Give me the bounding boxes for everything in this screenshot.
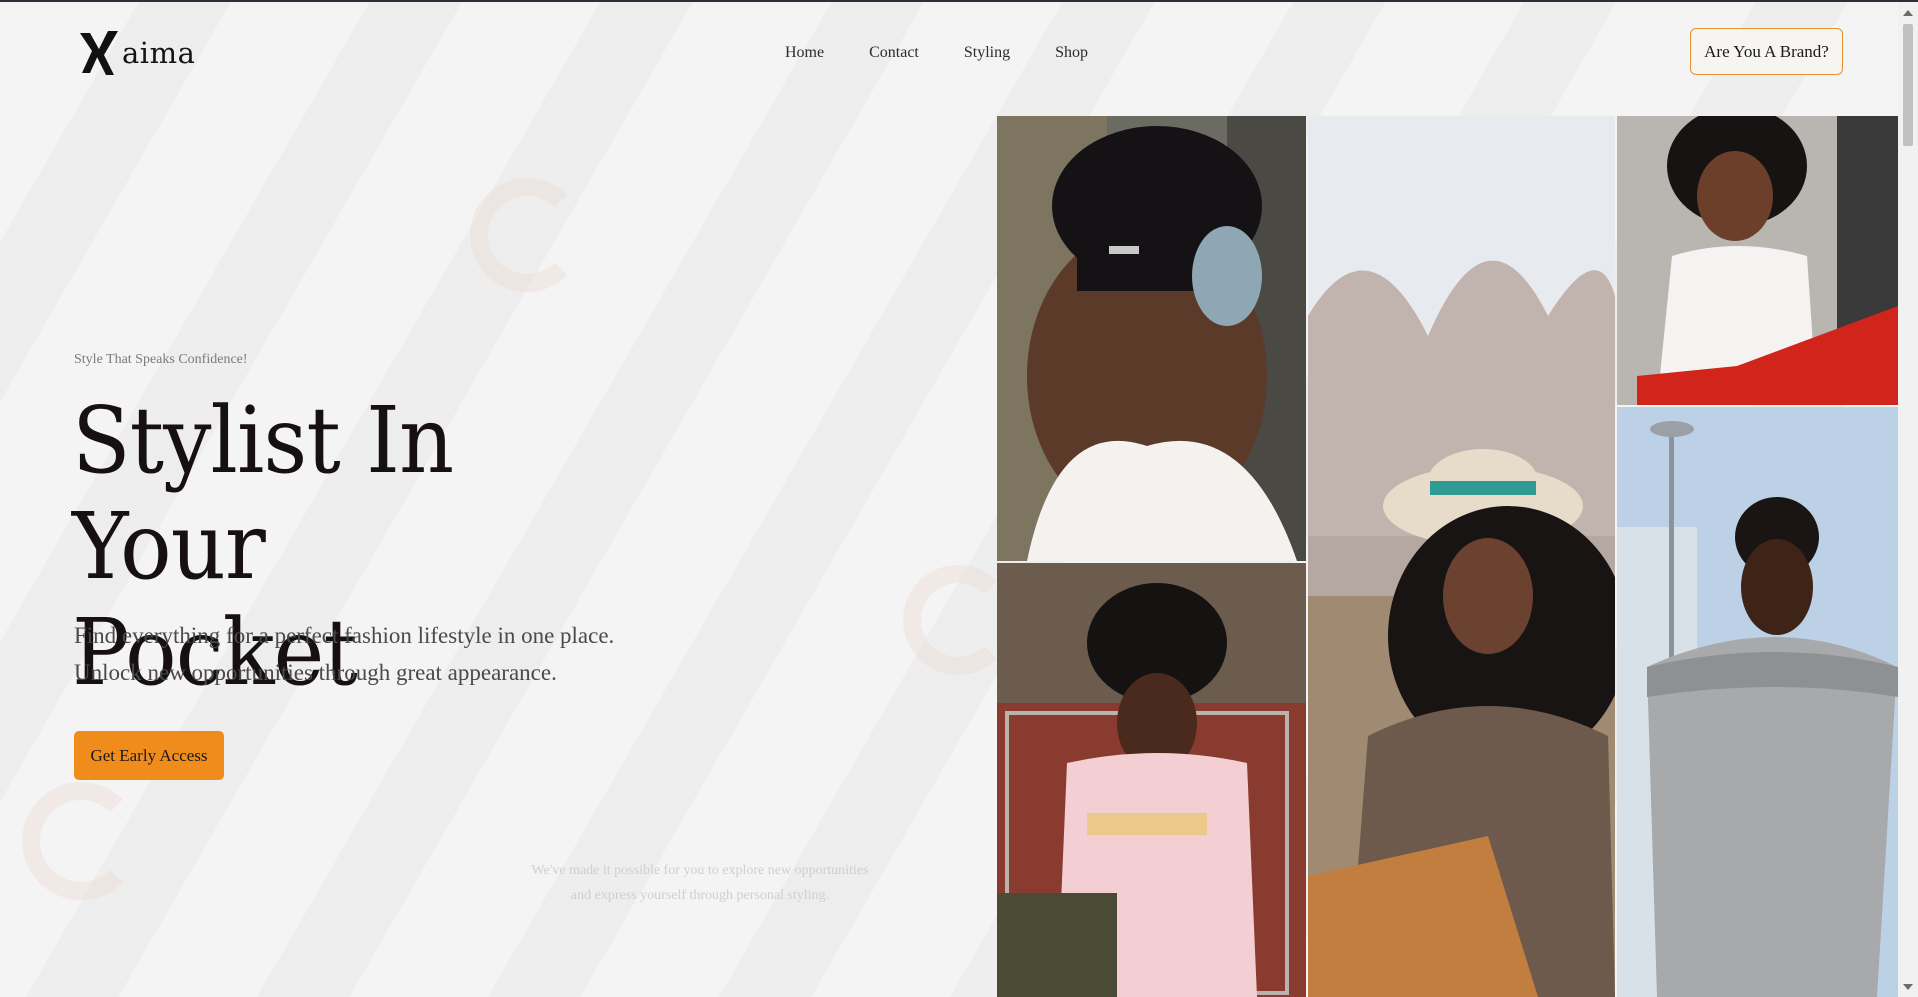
photo-woman-hat-plaid-blazer	[1308, 116, 1615, 997]
photo-woman-in-shopping-cart	[997, 563, 1306, 997]
photo-gallery	[997, 116, 1898, 997]
decorative-ring	[22, 782, 140, 900]
scrollbar-thumb[interactable]	[1903, 24, 1913, 146]
headline-line-1: Stylist In Your	[72, 387, 454, 600]
page-scrollbar[interactable]	[1898, 2, 1918, 997]
faint-note: We've made it possible for you to explor…	[531, 863, 869, 903]
nav-contact[interactable]: Contact	[869, 44, 919, 62]
hero-tagline: Style That Speaks Confidence!	[74, 352, 248, 367]
nav-home[interactable]: Home	[785, 44, 824, 62]
logo-text: aima	[122, 36, 196, 70]
scroll-up-arrow-icon[interactable]	[1903, 10, 1913, 16]
scroll-down-arrow-icon[interactable]	[1903, 984, 1913, 990]
logo[interactable]: aima	[78, 28, 195, 78]
photo-woman-beanie-headphones	[997, 116, 1306, 561]
nav-styling[interactable]: Styling	[964, 44, 1010, 62]
photo-woman-grey-off-shoulder-dress	[1617, 407, 1898, 997]
get-early-access-button[interactable]: Get Early Access	[74, 731, 224, 780]
photo-woman-white-top-red-pants	[1617, 116, 1898, 405]
decorative-ring	[470, 178, 584, 292]
logo-x-icon	[80, 31, 118, 75]
hero-subtext: Find everything for a perfect fashion li…	[74, 623, 615, 685]
main-nav: Home Contact Styling Shop	[785, 44, 1133, 62]
are-you-a-brand-button[interactable]: Are You A Brand?	[1690, 28, 1843, 75]
nav-shop[interactable]: Shop	[1055, 44, 1088, 62]
